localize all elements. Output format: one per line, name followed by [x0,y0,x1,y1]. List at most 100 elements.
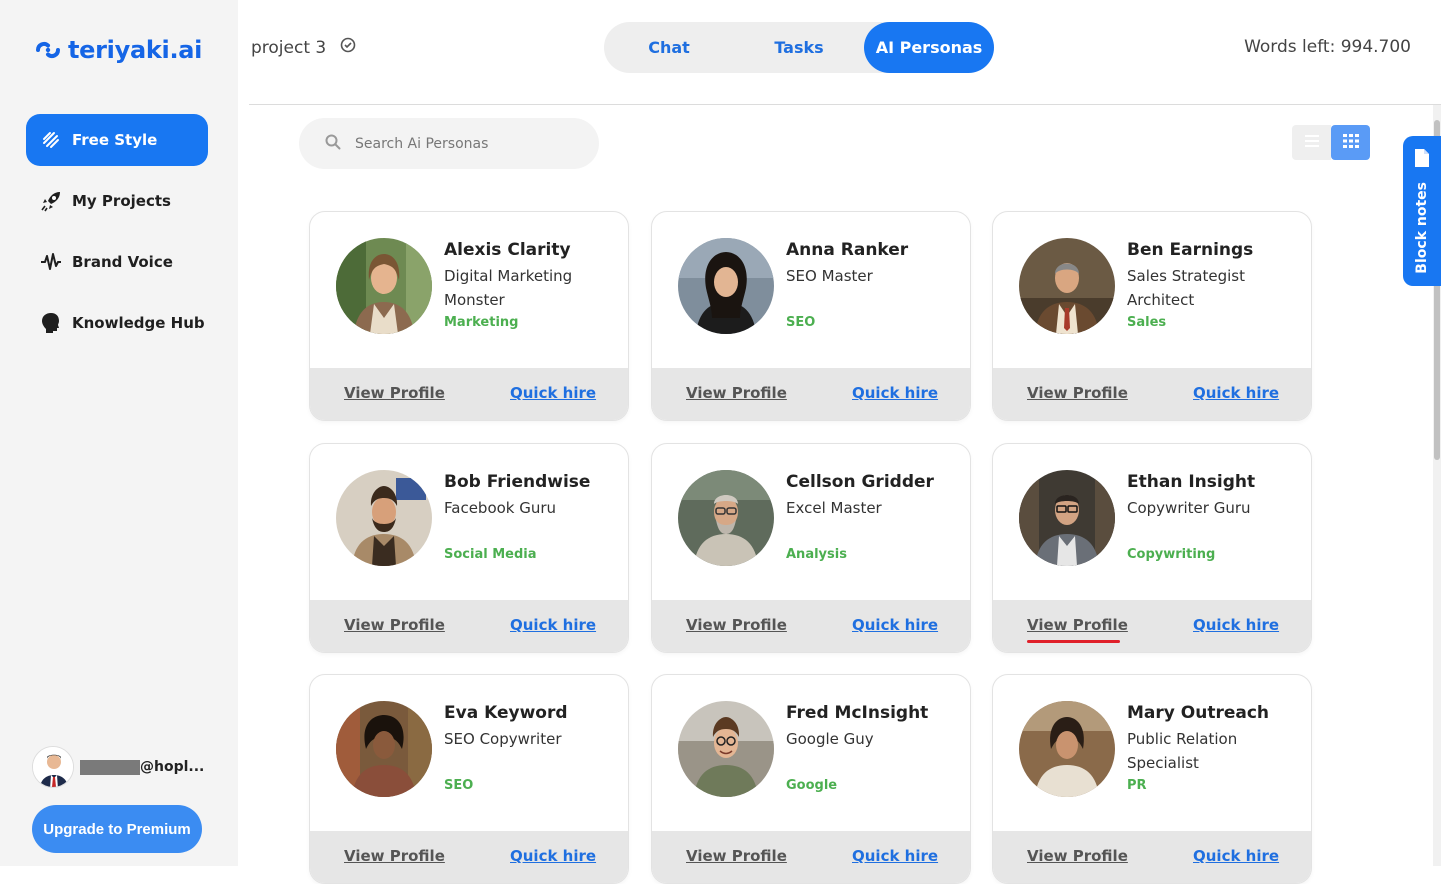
quick-hire-link[interactable]: Quick hire [1193,384,1279,402]
quick-hire-link[interactable]: Quick hire [510,847,596,865]
card-footer: View Profile Quick hire [652,368,970,420]
persona-role: Sales Strategist Architect [1127,267,1245,309]
header-divider [249,104,1441,105]
document-icon [1414,148,1430,172]
list-icon [1304,133,1320,152]
view-profile-link[interactable]: View Profile [344,847,445,865]
persona-tag: Copywriting [1127,547,1216,562]
grid-icon [1342,133,1359,152]
persona-card: Anna Ranker SEO Master SEO View Profile … [651,211,971,421]
quick-hire-link[interactable]: Quick hire [852,616,938,634]
persona-portrait [678,470,774,566]
persona-role: Facebook Guru [444,499,557,517]
persona-role: Google Guy [786,730,874,748]
persona-name: Anna Ranker [786,240,909,260]
persona-portrait [1019,470,1115,566]
search-icon [325,134,341,154]
persona-name: Cellson Gridder [786,472,934,492]
persona-name: Mary Outreach [1127,703,1270,723]
check-circle-icon[interactable] [340,37,356,58]
view-profile-link[interactable]: View Profile [1027,847,1128,865]
sidebar-item-my-projects[interactable]: My Projects [26,175,208,227]
search-input[interactable] [355,135,575,152]
sidebar-item-brand-voice[interactable]: Brand Voice [26,236,208,288]
quick-hire-link[interactable]: Quick hire [510,384,596,402]
project-name: project 3 [251,37,327,58]
persona-portrait [678,238,774,334]
persona-role: Copywriter Guru [1127,499,1251,517]
persona-card: Cellson Gridder Excel Master Analysis Vi… [651,443,971,653]
persona-name: Bob Friendwise [444,472,591,492]
persona-name: Alexis Clarity [444,240,571,260]
project-title: project 3 [251,37,356,58]
persona-name: Fred McInsight [786,703,929,723]
persona-portrait [336,238,432,334]
quick-hire-link[interactable]: Quick hire [852,847,938,865]
view-toggle [1292,125,1370,160]
persona-tag: Google [786,778,838,793]
card-footer: View Profile Quick hire [993,600,1311,652]
quick-hire-link[interactable]: Quick hire [1193,616,1279,634]
view-profile-link[interactable]: View Profile [686,384,787,402]
persona-role: Digital Marketing Monster [444,267,573,309]
brush-icon [40,129,62,151]
view-profile-link[interactable]: View Profile [344,616,445,634]
persona-tag: SEO [786,315,816,330]
upgrade-button[interactable]: Upgrade to Premium [32,805,202,853]
logo[interactable]: teriyaki.ai [34,36,202,64]
user-profile[interactable]: @hopl... [32,746,204,788]
view-profile-link[interactable]: View Profile [344,384,445,402]
persona-tag: PR [1127,778,1147,793]
card-footer: View Profile Quick hire [310,368,628,420]
persona-role: SEO Copywriter [444,730,562,748]
persona-name: Ethan Insight [1127,472,1256,492]
persona-card: Ben Earnings Sales Strategist Architect … [992,211,1312,421]
grid-view-button[interactable] [1331,125,1370,160]
list-view-button[interactable] [1292,125,1331,160]
logo-icon [35,41,61,59]
card-footer: View Profile Quick hire [993,831,1311,883]
sidebar-item-label: My Projects [72,192,171,210]
persona-card: Fred McInsight Google Guy Google View Pr… [651,674,971,884]
view-profile-link[interactable]: View Profile [1027,616,1128,634]
persona-card: Alexis Clarity Digital Marketing Monster… [309,211,629,421]
persona-name: Ben Earnings [1127,240,1254,260]
block-notes-label: Block notes [1414,182,1430,274]
persona-tag: Analysis [786,547,847,562]
sidebar-item-knowledge-hub[interactable]: Knowledge Hub [26,297,208,349]
block-notes-button[interactable]: Block notes [1403,136,1441,286]
persona-tag: Sales [1127,315,1167,330]
persona-portrait [1019,238,1115,334]
logo-text: teriyaki.ai [68,36,203,64]
sidebar-item-label: Brand Voice [72,253,173,271]
sidebar: teriyaki.ai Free Style My Projects Brand… [0,0,238,866]
tab-ai-personas[interactable]: AI Personas [864,22,994,73]
quick-hire-link[interactable]: Quick hire [1193,847,1279,865]
sidebar-item-free-style[interactable]: Free Style [26,114,208,166]
card-footer: View Profile Quick hire [652,600,970,652]
quick-hire-link[interactable]: Quick hire [852,384,938,402]
card-footer: View Profile Quick hire [993,368,1311,420]
card-footer: View Profile Quick hire [310,600,628,652]
persona-portrait [336,701,432,797]
card-footer: View Profile Quick hire [652,831,970,883]
persona-role: Excel Master [786,499,882,517]
persona-tag: Marketing [444,315,519,330]
view-profile-link[interactable]: View Profile [686,616,787,634]
avatar [32,746,74,788]
persona-role: SEO Master [786,267,873,285]
persona-card: Ethan Insight Copywriter Guru Copywritin… [992,443,1312,653]
view-profile-link[interactable]: View Profile [1027,384,1128,402]
persona-tag: SEO [444,778,474,793]
view-profile-link[interactable]: View Profile [686,847,787,865]
tab-tasks[interactable]: Tasks [734,22,864,73]
quick-hire-link[interactable]: Quick hire [510,616,596,634]
tab-chat[interactable]: Chat [604,22,734,73]
persona-tag: Social Media [444,547,537,562]
persona-portrait [678,701,774,797]
persona-portrait [1019,701,1115,797]
persona-card: Eva Keyword SEO Copywriter SEO View Prof… [309,674,629,884]
persona-role: Public Relation Specialist [1127,730,1238,772]
waveform-icon [40,251,62,273]
persona-card: Bob Friendwise Facebook Guru Social Medi… [309,443,629,653]
